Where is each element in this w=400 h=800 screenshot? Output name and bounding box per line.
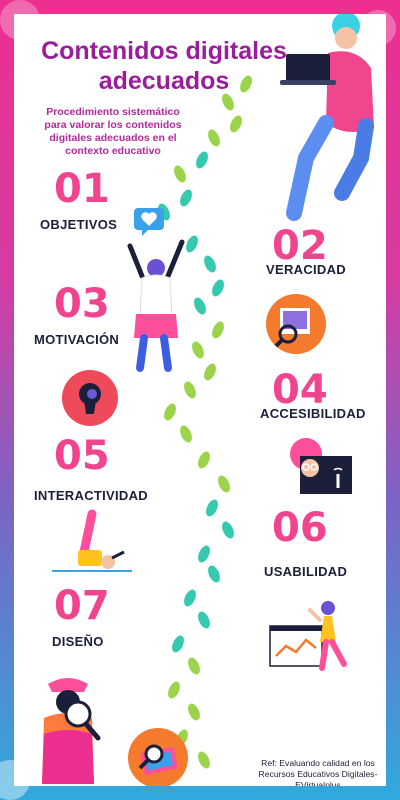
footprint: [174, 165, 186, 183]
heart-speech-bubble-icon: [134, 208, 164, 236]
footprint: [164, 403, 176, 421]
magnifier-card-icon: [128, 728, 188, 786]
footprint: [184, 381, 196, 399]
footprint: [172, 635, 184, 653]
footprint: [198, 611, 210, 629]
footprint: [222, 521, 234, 539]
footprint: [180, 425, 192, 443]
footprint: [188, 703, 200, 721]
footprint: [212, 321, 224, 339]
step-label-diseno: DISEÑO: [52, 634, 104, 649]
step-label-accesibilidad: ACCESIBILIDAD: [260, 406, 366, 421]
step-label-interactividad: INTERACTIVIDAD: [34, 488, 148, 503]
photo-magnifier-icon: [266, 294, 326, 354]
footprint: [212, 279, 224, 297]
footprint: [218, 475, 230, 493]
step-number-01: 01: [54, 166, 110, 212]
step-number-04: 04: [272, 367, 328, 413]
footprint: [206, 499, 218, 517]
keyhole-icon: [62, 370, 118, 426]
footprint: [184, 589, 196, 607]
footprint: [208, 565, 220, 583]
step-number-02: 02: [272, 223, 328, 269]
reference-note: Ref: Evaluando calidad en los Recursos E…: [258, 758, 378, 786]
footprint: [230, 115, 242, 133]
chart-person-illustration: [269, 601, 347, 671]
step-label-usabilidad: USABILIDAD: [264, 564, 348, 579]
footprint: [168, 681, 180, 699]
step-number-05: 05: [54, 433, 110, 479]
content-panel: Contenidos digitales adecuados Procedimi…: [14, 14, 386, 786]
step-label-motivacion: MOTIVACIÓN: [34, 332, 120, 347]
step-label-veracidad: VERACIDAD: [266, 262, 346, 277]
step-number-03: 03: [54, 281, 110, 327]
footprint: [192, 341, 204, 359]
infographic-background: Contenidos digitales adecuados Procedimi…: [0, 0, 400, 800]
step-number-06: 06: [272, 505, 328, 551]
person-touchscreen-icon: [290, 438, 352, 494]
footprint: [194, 297, 206, 315]
page-subtitle: Procedimiento sistemático para valorar l…: [44, 106, 182, 157]
footprint: [196, 151, 208, 169]
footprint: [198, 451, 210, 469]
cheering-person-illustration: [127, 239, 185, 372]
footprint: [180, 189, 192, 207]
footprint: [198, 751, 210, 769]
page-title: Contenidos digitales adecuados: [41, 37, 287, 95]
upside-down-person-illustration: [52, 509, 132, 572]
footprint: [208, 129, 220, 147]
step-number-07: 07: [54, 583, 110, 629]
footprint: [204, 255, 216, 273]
step-label-objetivos: OBJETIVOS: [40, 217, 118, 232]
footprint: [198, 545, 210, 563]
footprint: [204, 363, 216, 381]
footprint: [188, 657, 200, 675]
detective-person-illustration: [42, 678, 101, 784]
